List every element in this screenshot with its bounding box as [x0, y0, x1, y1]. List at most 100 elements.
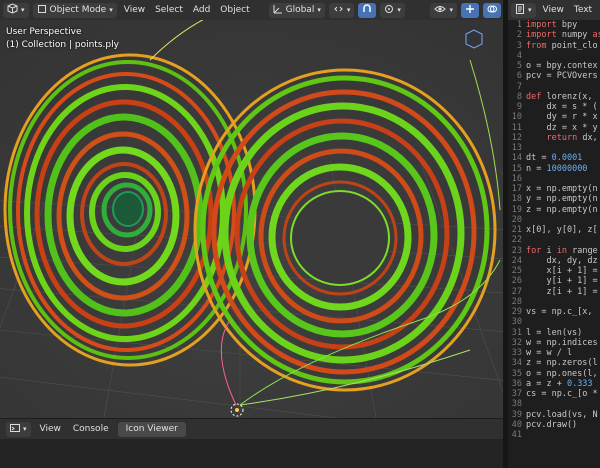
bottom-menu-console[interactable]: Console: [70, 424, 112, 434]
code-line[interactable]: 39 pcv.load(vs, N: [508, 410, 600, 420]
line-number: 9: [516, 102, 522, 112]
menu-add[interactable]: Add: [190, 5, 213, 15]
code-line[interactable]: 17 x = np.empty(n: [508, 184, 600, 194]
pivot-select[interactable]: ▾: [328, 2, 355, 18]
code-line[interactable]: 7: [508, 82, 600, 92]
line-number: 4: [516, 50, 522, 61]
line-number: 37: [511, 389, 522, 399]
code-line[interactable]: 30: [508, 317, 600, 327]
code-line[interactable]: 34 z = np.zeros(l: [508, 358, 600, 368]
code-line[interactable]: 11 dz = x * y: [508, 123, 600, 133]
code-line[interactable]: 33 w = w / l: [508, 348, 600, 358]
code-line[interactable]: 29 vs = np.c_[x,: [508, 307, 600, 317]
code-token: dt =: [526, 153, 552, 164]
code-line[interactable]: 5 o = bpy.contex: [508, 61, 600, 71]
line-number: 23: [511, 245, 522, 256]
line-number: 31: [511, 327, 522, 338]
code-token: z[i + 1] =: [526, 286, 598, 297]
code-line[interactable]: 20: [508, 215, 600, 225]
code-line[interactable]: 8 def lorenz(x,: [508, 92, 600, 102]
3d-viewport[interactable]: User Perspective (1) Collection | points…: [0, 20, 503, 418]
gizmo-toggle[interactable]: [461, 2, 479, 18]
code-line[interactable]: 32 w = np.indices: [508, 338, 600, 348]
code-line[interactable]: 2 import numpy as: [508, 30, 600, 40]
code-line[interactable]: 26 y[i + 1] =: [508, 276, 600, 286]
code-line[interactable]: 25 x[i + 1] =: [508, 266, 600, 276]
viewport-canvas[interactable]: [0, 20, 503, 418]
line-number: 27: [511, 286, 522, 297]
code-line[interactable]: 27 z[i + 1] =: [508, 287, 600, 297]
line-number: 29: [511, 307, 522, 317]
code-token: from: [526, 40, 547, 51]
line-number: 2: [516, 30, 522, 41]
line-number: 40: [511, 419, 522, 430]
code-line[interactable]: 23 for i in range: [508, 246, 600, 256]
mode-select[interactable]: Object Mode ▾: [32, 2, 117, 18]
menu-object[interactable]: Object: [217, 5, 252, 15]
code-line[interactable]: 14 dt = 0.0001: [508, 153, 600, 163]
code-line[interactable]: 35 o = np.ones(l,: [508, 369, 600, 379]
line-number: 17: [511, 184, 522, 194]
code-line[interactable]: 38: [508, 399, 600, 409]
code-token: vs = np.c_[x,: [526, 307, 598, 317]
text-editor-type-button[interactable]: ▾: [511, 2, 536, 18]
code-line[interactable]: 19 z = np.empty(n: [508, 205, 600, 215]
console-icon: [10, 423, 20, 436]
code-line[interactable]: 1 import bpy: [508, 20, 600, 30]
code-line[interactable]: 3 from point_clo: [508, 41, 600, 51]
text-editor[interactable]: ▾ View Text 1import bpy2import numpy as3…: [508, 0, 600, 468]
line-number: 38: [511, 399, 522, 410]
gizmo-icon: [465, 4, 475, 17]
code-line[interactable]: 28: [508, 297, 600, 307]
chevron-down-icon: ▾: [528, 6, 532, 14]
code-area[interactable]: 1 import bpy 2 import numpy as 3 from point_c…: [508, 20, 600, 440]
line-number: 13: [511, 143, 522, 153]
line-number: 16: [511, 173, 522, 184]
orientation-select[interactable]: Global ▾: [268, 2, 325, 18]
proportional-edit-toggle[interactable]: ▾: [380, 2, 405, 18]
line-number: 8: [516, 91, 522, 102]
code-line[interactable]: 15 n = 10000000: [508, 164, 600, 174]
code-token: x = np.empty(n: [526, 184, 598, 194]
code-token: in: [556, 245, 567, 256]
bottom-menu-view[interactable]: View: [37, 424, 64, 434]
code-line[interactable]: 6 pcv = PCVOvers: [508, 71, 600, 81]
code-line[interactable]: 31 l = len(vs): [508, 328, 600, 338]
menu-select[interactable]: Select: [152, 5, 186, 15]
orientation-label: Global: [285, 5, 315, 15]
editor-menu-view[interactable]: View: [540, 5, 567, 15]
console-area[interactable]: [0, 439, 503, 468]
code-line[interactable]: 9 dx = s * (: [508, 102, 600, 112]
code-token: dx, dy, dz: [526, 255, 598, 266]
text-editor-icon: [515, 3, 525, 17]
code-line[interactable]: 16: [508, 174, 600, 184]
code-line[interactable]: 24 dx, dy, dz: [508, 256, 600, 266]
menu-view[interactable]: View: [121, 5, 148, 15]
bottom-editor-type-button[interactable]: ▾: [6, 421, 31, 437]
editor-menu-text[interactable]: Text: [571, 5, 595, 15]
code-line[interactable]: 36 a = z + 0.333: [508, 379, 600, 389]
code-line[interactable]: 37 cs = np.c_[o *: [508, 389, 600, 399]
code-line[interactable]: 41: [508, 430, 600, 440]
code-line[interactable]: 13: [508, 143, 600, 153]
line-number: 11: [511, 122, 522, 133]
tab-icon-viewer[interactable]: Icon Viewer: [117, 421, 186, 437]
tab-icon-viewer-label: Icon Viewer: [125, 424, 178, 434]
code-line[interactable]: 40 pcv.draw(): [508, 420, 600, 430]
code-line[interactable]: 21 x[0], y[0], z[: [508, 225, 600, 235]
code-line[interactable]: 18 y = np.empty(n: [508, 194, 600, 204]
code-line[interactable]: 10 dy = r * x: [508, 112, 600, 122]
editor-type-button[interactable]: ▾: [3, 2, 29, 18]
code-line[interactable]: 22: [508, 235, 600, 245]
code-token: w = np.indices: [526, 337, 598, 348]
chevron-down-icon: ▾: [397, 6, 401, 14]
visibility-select[interactable]: ▾: [430, 2, 457, 18]
line-number: 28: [511, 296, 522, 307]
code-token: as: [592, 30, 600, 41]
overlays-toggle[interactable]: [483, 2, 501, 18]
code-line[interactable]: 12 return dx,: [508, 133, 600, 143]
snap-toggle[interactable]: [358, 2, 377, 18]
code-token: n =: [526, 163, 547, 174]
global-axes-icon: [273, 4, 283, 17]
code-line[interactable]: 4: [508, 51, 600, 61]
